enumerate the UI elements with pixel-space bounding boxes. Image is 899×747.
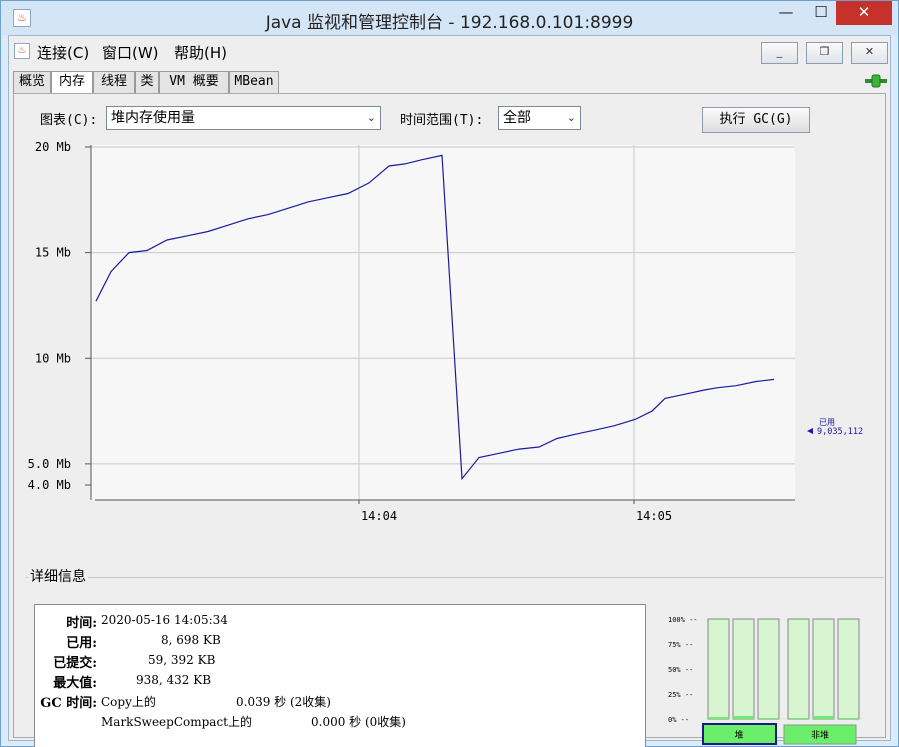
detail-key-committed: 已提交: <box>53 656 97 671</box>
inner-restore-button[interactable]: ❐ <box>806 42 843 64</box>
tab-threads[interactable]: 线程 <box>93 71 135 93</box>
percent-label: 25% -- <box>668 691 693 699</box>
memory-pools-chart: 100% -- 75% -- 50% -- 25% -- 0% -- 堆 非堆 <box>668 616 860 745</box>
pool-bar <box>787 618 810 720</box>
x-tick-label: 14:04 <box>361 509 397 523</box>
perform-gc-button[interactable]: 执行 GC(G) <box>702 107 810 133</box>
percent-label: 100% -- <box>668 616 698 624</box>
marker-arrow-icon <box>807 428 813 434</box>
title-bar[interactable]: ♨ Java 监视和管理控制台 - 192.168.0.101:8999 — ☐… <box>1 1 898 35</box>
x-tick-label: 14:05 <box>636 509 672 523</box>
detail-value-gc-msc-time: 0.000 秒 (0收集) <box>311 715 406 729</box>
tab-mbeans[interactable]: MBean <box>229 71 279 93</box>
menu-help[interactable]: 帮助(H) <box>174 42 227 63</box>
nonheap-pool-bars <box>787 618 860 720</box>
detail-key-used: 已用: <box>66 636 97 651</box>
nonheap-button-label: 非堆 <box>811 729 829 741</box>
connection-status-icon <box>865 74 887 88</box>
heap-button-label: 堆 <box>734 730 743 741</box>
pool-bar <box>837 618 860 720</box>
pool-bar-fill <box>788 718 809 719</box>
y-tick-label: 15 Mb <box>35 246 71 260</box>
tab-memory[interactable]: 内存 <box>51 71 93 94</box>
chevron-down-icon: ⌄ <box>366 111 376 124</box>
tab-classes[interactable]: 类 <box>135 71 159 93</box>
menu-bar: ♨ 连接(C) 窗口(W) 帮助(H) _ ❐ ✕ <box>9 36 890 66</box>
percent-label: 75% -- <box>668 641 693 649</box>
details-title: 详细信息 <box>28 566 88 586</box>
pool-bar <box>757 618 780 720</box>
inner-minimize-button[interactable]: _ <box>761 42 798 64</box>
java-cup-icon[interactable]: ♨ <box>14 43 30 59</box>
maximize-button[interactable]: ☐ <box>806 1 836 25</box>
minimize-button[interactable]: — <box>771 1 801 25</box>
y-tick-label: 20 Mb <box>35 140 71 154</box>
detail-value-gc-msc: MarkSweepCompact上的 <box>101 715 252 729</box>
detail-value-max: 938, 432 KB <box>136 673 212 687</box>
time-range-value: 全部 <box>503 110 531 126</box>
y-tick-label: 5.0 Mb <box>28 457 71 471</box>
menu-window[interactable]: 窗口(W) <box>102 42 159 63</box>
menu-connect[interactable]: 连接(C) <box>37 42 89 63</box>
detail-value-time: 2020-05-16 14:05:34 <box>101 613 228 627</box>
pool-bar <box>812 618 835 720</box>
detail-key-gc-time: GC 时间: <box>40 696 97 711</box>
percent-labels: 100% -- 75% -- 50% -- 25% -- 0% -- <box>668 616 698 724</box>
heap-usage-chart: 20 Mb 15 Mb 10 Mb 5.0 Mb 4.0 Mb 14:04 14:05 已用… <box>28 140 863 523</box>
percent-label: 50% -- <box>668 666 693 674</box>
pool-bar-fill <box>838 718 859 719</box>
percent-label: 0% -- <box>668 716 689 724</box>
tab-overview[interactable]: 概览 <box>13 71 51 93</box>
pool-bar-fill <box>733 716 754 719</box>
pool-bar <box>707 618 730 720</box>
pool-bar-fill <box>758 718 779 719</box>
y-tick-label: 4.0 Mb <box>28 478 71 492</box>
detail-value-committed: 59, 392 KB <box>148 653 216 667</box>
y-tick-label: 10 Mb <box>35 351 71 365</box>
chevron-down-icon: ⌄ <box>566 111 576 124</box>
time-range-label: 时间范围(T): <box>400 113 484 128</box>
current-label: 已用 <box>819 418 835 427</box>
detail-value-gc-copy: Copy上的 <box>101 695 156 709</box>
pool-bar-fill <box>813 716 834 719</box>
memory-panel: 图表(C): 堆内存使用量 ⌄ 时间范围(T): 全部 ⌄ 执行 GC(G) 2… <box>13 93 886 747</box>
pool-bar <box>732 618 755 720</box>
current-value-marker: 已用 9,035,112 <box>807 418 863 437</box>
detail-value-used: 8, 698 KB <box>161 633 221 647</box>
time-range-select[interactable]: 全部 ⌄ <box>498 106 581 130</box>
client-area: ♨ 连接(C) 窗口(W) 帮助(H) _ ❐ ✕ 概览 内存 线程 类 VM … <box>8 35 891 747</box>
details-box: 时间: 2020-05-16 14:05:34 已用: 8, 698 KB 已提… <box>34 604 646 747</box>
plot-area <box>91 145 795 500</box>
heap-pool-bars <box>707 618 780 720</box>
chart-select-label: 图表(C): <box>40 113 98 128</box>
chart-select-value: 堆内存使用量 <box>111 110 195 126</box>
close-button[interactable]: ✕ <box>836 1 892 25</box>
tab-vm-summary[interactable]: VM 概要 <box>159 71 229 93</box>
detail-key-time: 时间: <box>66 616 97 631</box>
current-value: 9,035,112 <box>817 427 863 437</box>
pool-bar-fill <box>708 717 729 719</box>
window-title: Java 监视和管理控制台 - 192.168.0.101:8999 <box>265 13 634 33</box>
detail-key-max: 最大值: <box>53 676 97 691</box>
detail-value-gc-copy-time: 0.039 秒 (2收集) <box>236 695 331 709</box>
chart-select[interactable]: 堆内存使用量 ⌄ <box>106 106 381 130</box>
app-window: ♨ Java 监视和管理控制台 - 192.168.0.101:8999 — ☐… <box>0 0 899 747</box>
inner-close-button[interactable]: ✕ <box>851 42 888 64</box>
